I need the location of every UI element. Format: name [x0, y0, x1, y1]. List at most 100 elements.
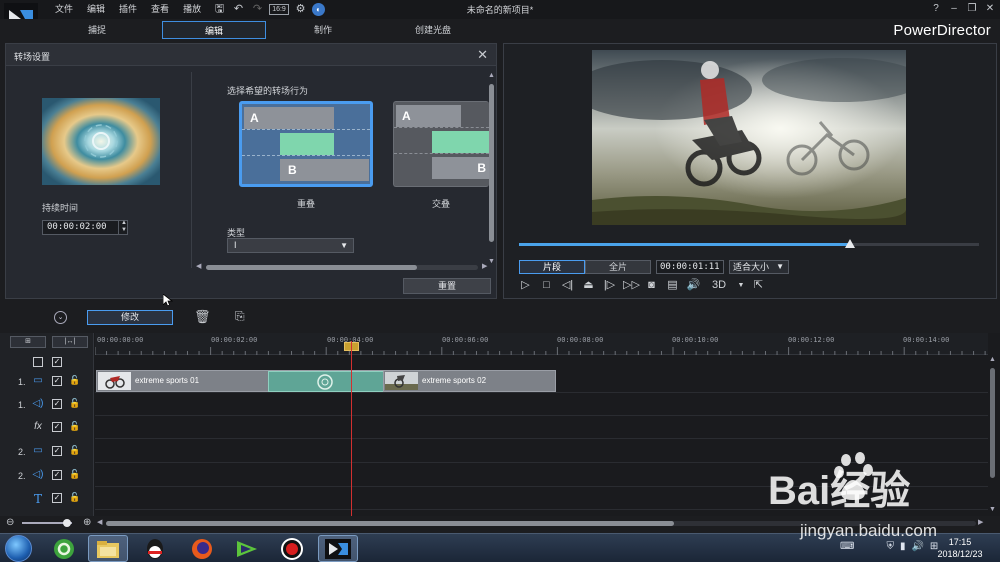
lane-video-2[interactable]	[95, 440, 988, 463]
clip-mode-button[interactable]: 片段	[519, 260, 585, 274]
track-enable-checkbox[interactable]: ✓	[52, 399, 62, 409]
expand-menu-icon[interactable]: ⌄	[54, 311, 67, 324]
transition-option-cross[interactable]: A B	[393, 101, 489, 187]
scroll-right-icon[interactable]: ▶	[482, 262, 487, 270]
scrubber-knob[interactable]	[845, 239, 856, 248]
scroll-down-icon[interactable]: ▼	[488, 258, 495, 265]
zoom-slider-knob[interactable]	[63, 519, 71, 527]
lock-icon[interactable]: 🔓	[69, 445, 80, 456]
timeline-horizontal-scrollbar[interactable]	[106, 521, 976, 526]
tab-edit[interactable]: 编辑	[162, 21, 266, 39]
tab-create-disc[interactable]: 创建光盘	[381, 21, 485, 39]
scroll-right-icon[interactable]: ▶	[978, 518, 983, 526]
lock-icon[interactable]: 🔓	[69, 421, 80, 432]
timeline-tracks: extreme sports 01 extreme sports 02	[95, 356, 988, 516]
start-button-icon[interactable]	[5, 535, 32, 562]
lock-icon[interactable]: 🔓	[69, 492, 80, 503]
track-headers: ⊞ |↔| ✓ 1. ▭ ✓ 🔓 1. ◁) ✓ 🔓 fx ✓ 🔓 2. ▭ ✓…	[0, 333, 94, 530]
security-icon[interactable]: ⛨	[886, 541, 894, 552]
lock-icon[interactable]: 🔓	[69, 375, 80, 386]
taskbar-recorder-icon[interactable]	[272, 535, 312, 562]
fit-size-select[interactable]: 适合大小 ▼	[729, 260, 789, 274]
menu-plugins[interactable]: 插件	[112, 2, 144, 16]
modify-button[interactable]: 修改	[87, 310, 173, 325]
snapshot-icon[interactable]: ◙	[644, 278, 659, 293]
clip-extreme-sports-02[interactable]: extreme sports 02	[383, 370, 556, 392]
track-select-all-checkbox[interactable]	[33, 357, 43, 367]
scroll-left-icon[interactable]: ◀	[196, 262, 201, 270]
transition-block[interactable]	[268, 371, 384, 392]
options-horizontal-scrollbar[interactable]: ◀ ▶	[196, 263, 489, 271]
redo-icon[interactable]: ↷	[250, 2, 265, 16]
zoom-out-icon[interactable]: ⊖	[6, 517, 14, 528]
chevron-down-icon[interactable]: ▼	[737, 278, 745, 293]
timeline-vertical-scrollbar[interactable]: ▲ ▼	[988, 356, 998, 516]
restore-icon[interactable]: ❐	[966, 2, 978, 16]
account-icon[interactable]: ◐	[312, 2, 325, 16]
track-manager-icon[interactable]: ⊞	[10, 336, 46, 348]
tab-capture[interactable]: 捕捉	[45, 21, 149, 39]
network-icon[interactable]: ▮	[900, 541, 906, 552]
subtitle-icon[interactable]: ▤	[665, 278, 680, 293]
save-icon[interactable]: 🖫	[212, 2, 227, 16]
preview-timecode[interactable]: 00:00:01:11	[656, 260, 724, 274]
edit-list-icon[interactable]: ⎘	[235, 309, 245, 324]
settings-gear-icon[interactable]: ⚙	[293, 2, 308, 16]
close-icon[interactable]: ✕	[984, 2, 996, 16]
play-icon[interactable]: ▷	[518, 278, 533, 293]
taskbar-video-app-icon[interactable]	[227, 535, 267, 562]
3d-mode-label[interactable]: 3D	[707, 278, 731, 293]
lane-audio-1[interactable]	[95, 393, 988, 416]
track-enable-checkbox[interactable]: ✓	[52, 376, 62, 386]
next-frame-icon[interactable]: |▷	[602, 278, 617, 293]
keyboard-icon[interactable]: ⌨	[840, 541, 854, 552]
track-enable-checkbox[interactable]: ✓	[52, 422, 62, 432]
transition-option-overlap[interactable]: A B	[239, 101, 373, 187]
preview-scrubber[interactable]	[519, 239, 979, 248]
split-icon[interactable]: ⏏	[581, 278, 596, 293]
lock-icon[interactable]: 🔓	[69, 469, 80, 480]
lock-icon[interactable]: 🔓	[69, 398, 80, 409]
taskbar-browser-icon[interactable]	[44, 535, 84, 562]
zoom-in-icon[interactable]: ⊕	[83, 517, 91, 528]
track-enable-checkbox[interactable]: ✓	[52, 446, 62, 456]
track-visibility-all-checkbox[interactable]: ✓	[52, 357, 62, 367]
volume-icon[interactable]: 🔊	[686, 278, 701, 293]
menu-edit[interactable]: 编辑	[80, 2, 112, 16]
lane-audio-2[interactable]	[95, 464, 988, 487]
volume-tray-icon[interactable]: 🔊	[911, 541, 923, 552]
undo-icon[interactable]: ↶	[231, 2, 246, 16]
aspect-ratio-icon[interactable]: 16:9	[269, 3, 289, 15]
fast-forward-icon[interactable]: ▷▷	[623, 278, 640, 293]
fit-timeline-icon[interactable]: |↔|	[52, 336, 88, 348]
taskbar-qq-icon[interactable]	[135, 535, 175, 562]
system-clock[interactable]: 17:15 2018/12/23	[930, 536, 990, 560]
trash-icon[interactable]: 🗑	[194, 309, 211, 325]
taskbar-explorer-icon[interactable]	[88, 535, 128, 562]
scroll-up-icon[interactable]: ▲	[488, 72, 495, 79]
panel-close-icon[interactable]: ✕	[477, 47, 488, 63]
playhead-line[interactable]	[351, 341, 352, 516]
duration-stepper[interactable]: ▲ ▼	[118, 220, 129, 235]
minimize-icon[interactable]: –	[948, 2, 960, 16]
help-icon[interactable]: ?	[930, 2, 942, 16]
duration-input[interactable]: 00:00:02:00	[42, 220, 128, 235]
panel-vertical-scrollbar[interactable]: ▲ ▼	[488, 72, 496, 268]
track-enable-checkbox[interactable]: ✓	[52, 493, 62, 503]
menu-file[interactable]: 文件	[48, 2, 80, 16]
reset-button[interactable]: 重置	[403, 278, 491, 294]
type-select[interactable]: I ▼	[227, 238, 354, 253]
lane-title[interactable]	[95, 487, 988, 510]
tab-produce[interactable]: 制作	[271, 21, 375, 39]
scroll-left-icon[interactable]: ◀	[97, 518, 102, 526]
menu-view[interactable]: 查看	[144, 2, 176, 16]
taskbar-powerdirector-icon[interactable]	[318, 535, 358, 562]
menu-play[interactable]: 播放	[176, 2, 208, 16]
previous-frame-icon[interactable]: ◁|	[560, 278, 575, 293]
undock-icon[interactable]: ⇱	[751, 278, 766, 293]
lane-fx[interactable]	[95, 416, 988, 439]
taskbar-firefox-icon[interactable]	[182, 535, 222, 562]
movie-mode-button[interactable]: 全片	[585, 260, 651, 274]
track-enable-checkbox[interactable]: ✓	[52, 470, 62, 480]
stop-icon[interactable]: □	[539, 278, 554, 293]
